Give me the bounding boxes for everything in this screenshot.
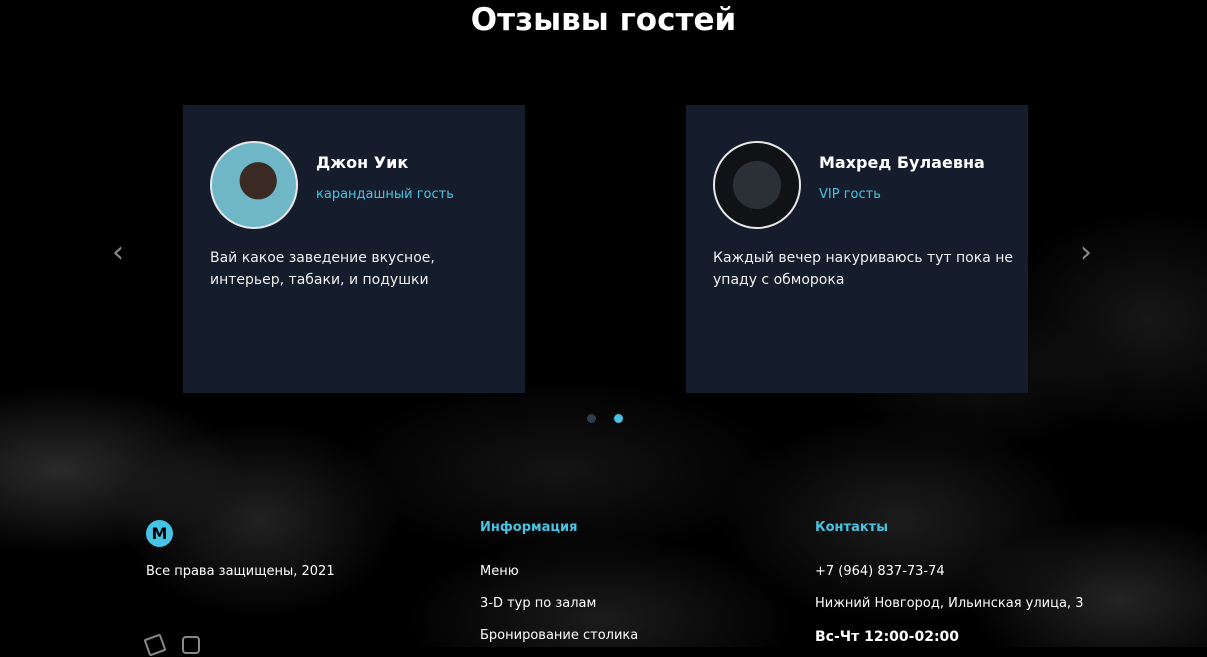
avatar [713, 141, 801, 229]
opening-hours: Вс-Чт 12:00-02:00 [815, 629, 960, 645]
carousel-next-button[interactable]: › [1080, 238, 1098, 268]
footer-link-menu[interactable]: Меню [480, 564, 519, 579]
section-title: Отзывы гостей [470, 2, 737, 38]
review-text: Каждый вечер накуриваюсь тут пока не упа… [713, 250, 1013, 288]
review-card: Махред Булаевна VIP гость Каждый вечер н… [686, 105, 1028, 393]
reviewer-name: Махред Булаевна [819, 153, 985, 172]
address-text: Нижний Новгород, Ильинская улица, 3 [815, 596, 1084, 611]
footer-link-booking[interactable]: Бронирование столика [480, 628, 638, 643]
review-card: Джон Уик карандашный гость Вай какое зав… [183, 105, 525, 393]
logo[interactable]: M [146, 520, 173, 547]
footer-link-3d-tour[interactable]: 3-D тур по залам [480, 596, 596, 611]
contacts-heading: Контакты [815, 520, 888, 535]
info-heading: Информация [480, 520, 578, 535]
carousel-dot-active[interactable] [614, 414, 623, 423]
carousel-dot[interactable] [587, 414, 596, 423]
avatar [210, 141, 298, 229]
copyright-text: Все права защищены, 2021 [146, 564, 335, 579]
telegram-icon[interactable] [143, 633, 167, 657]
phone-link[interactable]: +7 (964) 837-73-74 [815, 564, 945, 579]
reviewer-name: Джон Уик [316, 153, 409, 172]
review-text: Вай какое заведение вкусное, интерьер, т… [210, 250, 435, 288]
carousel-prev-button[interactable]: ‹ [112, 238, 130, 268]
instagram-icon[interactable] [182, 636, 200, 654]
reviewer-role: VIP гость [819, 187, 881, 202]
reviewer-role: карандашный гость [316, 187, 454, 202]
